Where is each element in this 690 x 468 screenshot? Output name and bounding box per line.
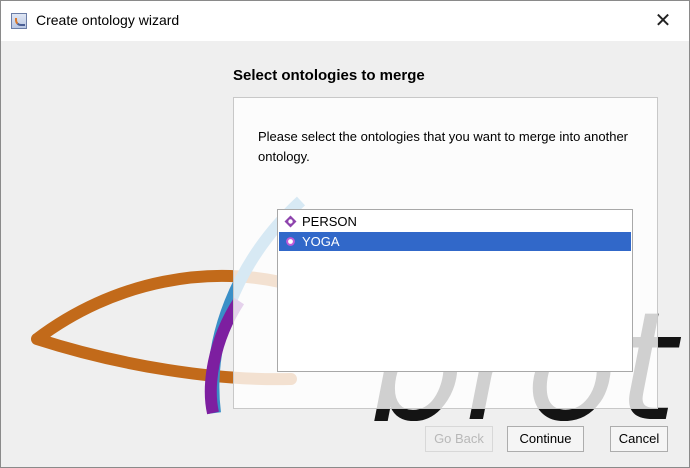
list-item-label: PERSON (302, 214, 357, 229)
go-back-button[interactable]: Go Back (425, 426, 493, 452)
close-icon[interactable]: ✕ (643, 7, 683, 35)
page-heading: Select ontologies to merge (233, 67, 425, 84)
wizard-window: Create ontology wizard ✕ prot Select ont… (0, 0, 690, 468)
ontology-circle-icon (286, 237, 295, 246)
cancel-button[interactable]: Cancel (610, 426, 668, 452)
instruction-text: Please select the ontologies that you wa… (258, 129, 629, 164)
list-item-person[interactable]: PERSON (279, 212, 631, 231)
ontology-diamond-icon (284, 215, 297, 228)
java-app-icon (11, 13, 27, 29)
window-title: Create ontology wizard (36, 12, 180, 28)
ontology-list[interactable]: PERSON YOGA (277, 209, 633, 372)
list-item-label: YOGA (302, 234, 340, 249)
list-item-yoga[interactable]: YOGA (279, 232, 631, 251)
title-bar[interactable]: Create ontology wizard ✕ (1, 1, 689, 41)
continue-button[interactable]: Continue (507, 426, 584, 452)
